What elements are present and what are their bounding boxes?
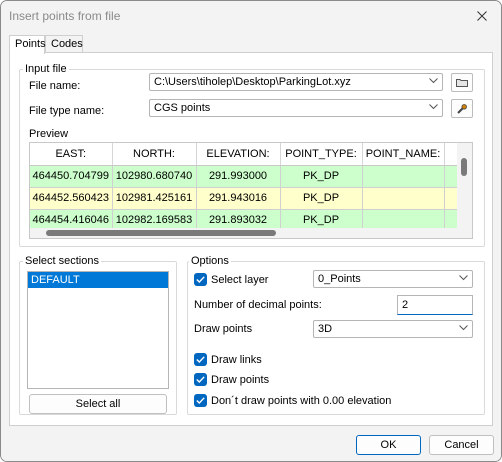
select-layer-checkbox[interactable]: Select layer <box>194 273 268 286</box>
column-header-point-name[interactable]: POINT_NAME: <box>362 143 445 166</box>
preview-label: Preview <box>29 128 69 140</box>
dialog-footer: OK Cancel <box>1 429 501 461</box>
chevron-down-icon <box>429 78 438 84</box>
chevron-down-icon <box>459 275 468 281</box>
list-item[interactable]: DEFAULT <box>28 272 168 288</box>
close-icon <box>477 11 487 21</box>
column-header-east[interactable]: EAST: <box>30 143 113 166</box>
checkmark-icon <box>194 394 207 407</box>
draw-points-checkbox[interactable]: Draw points <box>194 373 269 386</box>
checkmark-icon <box>194 373 207 386</box>
checkmark-icon <box>194 353 207 366</box>
tab-codes[interactable]: Codes <box>45 35 83 53</box>
wrench-icon <box>457 103 467 114</box>
dont-draw-zero-elevation-label: Don´t draw points with 0.00 elevation <box>211 394 392 407</box>
checkmark-icon <box>194 273 207 286</box>
file-type-value: CGS points <box>154 102 211 114</box>
table-row[interactable]: 464452.560423 102981.425161 291.943016 P… <box>30 187 461 210</box>
select-all-button[interactable]: Select all <box>29 394 167 414</box>
table-cell: PK_DP <box>280 165 363 188</box>
dont-draw-zero-elevation-checkbox[interactable]: Don´t draw points with 0.00 elevation <box>194 394 391 407</box>
file-type-label: File type name: <box>29 105 105 117</box>
select-sections-label: Select sections <box>23 255 101 267</box>
tab-points[interactable]: Points <box>9 35 46 54</box>
input-file-group-label: Input file <box>23 63 69 75</box>
preview-table[interactable]: EAST: NORTH: ELEVATION: POINT_TYPE: POIN… <box>29 142 473 239</box>
tab-codes-label: Codes <box>51 38 83 50</box>
draw-links-label: Draw links <box>211 353 262 366</box>
decimal-points-label: Number of decimal points: <box>194 299 322 311</box>
decimal-points-value: 2 <box>402 299 409 311</box>
select-all-label: Select all <box>75 398 121 410</box>
table-cell: 102981.425161 <box>112 187 197 210</box>
layer-value: 0_Points <box>318 273 361 285</box>
tab-points-label: Points <box>15 38 46 50</box>
window-title: Insert points from file <box>9 9 121 23</box>
cancel-label: Cancel <box>444 439 479 451</box>
sections-listbox[interactable]: DEFAULT <box>27 271 169 389</box>
vertical-scroll-thumb[interactable] <box>461 158 467 176</box>
insert-points-dialog: Insert points from file Points Codes Inp… <box>0 0 502 462</box>
horizontal-scrollbar[interactable] <box>30 228 458 238</box>
cancel-button[interactable]: Cancel <box>429 435 494 455</box>
column-header-elevation[interactable]: ELEVATION: <box>196 143 281 166</box>
preview-table-grid: EAST: NORTH: ELEVATION: POINT_TYPE: POIN… <box>30 143 461 232</box>
table-cell: 464452.560423 <box>30 187 113 210</box>
layer-combo[interactable]: 0_Points <box>313 270 473 288</box>
table-cell: 291.993000 <box>196 165 281 188</box>
draw-points-check-label: Draw points <box>211 373 270 386</box>
table-cell: PK_DP <box>280 187 363 210</box>
chevron-down-icon <box>459 325 468 331</box>
file-type-combo[interactable]: CGS points <box>149 99 443 117</box>
column-header-point-type[interactable]: POINT_TYPE: <box>280 143 363 166</box>
table-cell: 291.943016 <box>196 187 281 210</box>
draw-points-combo[interactable]: 3D <box>313 320 473 338</box>
browse-file-button[interactable] <box>451 73 473 92</box>
table-cell <box>362 165 445 188</box>
decimal-points-input[interactable]: 2 <box>397 295 473 315</box>
table-header-row: EAST: NORTH: ELEVATION: POINT_TYPE: POIN… <box>30 143 461 166</box>
select-layer-label: Select layer <box>211 273 269 286</box>
folder-icon <box>456 79 468 87</box>
close-button[interactable] <box>471 5 493 27</box>
draw-points-label: Draw points <box>194 323 253 335</box>
chevron-down-icon <box>429 104 438 110</box>
table-cell: 464450.704799 <box>30 165 113 188</box>
draw-points-value: 3D <box>318 323 333 335</box>
file-name-combo[interactable]: C:\Users\tiholep\Desktop\ParkingLot.xyz <box>149 73 443 91</box>
horizontal-scroll-thumb[interactable] <box>46 230 276 236</box>
column-header-north[interactable]: NORTH: <box>112 143 197 166</box>
table-cell: 102980.680740 <box>112 165 197 188</box>
draw-links-checkbox[interactable]: Draw links <box>194 353 262 366</box>
title-bar: Insert points from file <box>1 1 501 31</box>
table-row[interactable]: 464450.704799 102980.680740 291.993000 P… <box>30 165 461 188</box>
ok-button[interactable]: OK <box>356 435 421 455</box>
file-name-value: C:\Users\tiholep\Desktop\ParkingLot.xyz <box>154 76 351 88</box>
table-cell <box>362 187 445 210</box>
file-type-settings-button[interactable] <box>451 99 473 118</box>
ok-label: OK <box>380 439 397 451</box>
options-label: Options <box>189 255 231 267</box>
file-name-label: File name: <box>29 80 81 92</box>
vertical-scrollbar[interactable] <box>457 143 472 238</box>
